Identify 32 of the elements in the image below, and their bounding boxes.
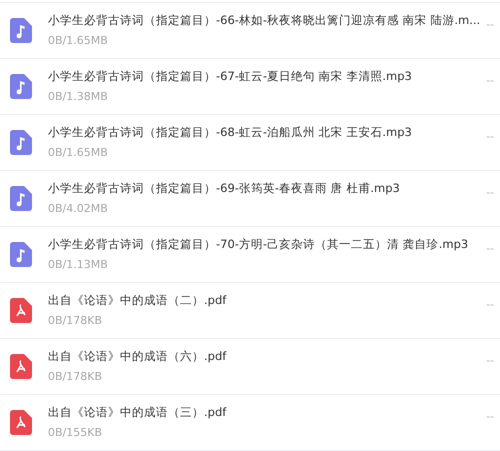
- music-file-icon: [10, 18, 32, 43]
- music-file-icon: [10, 74, 32, 99]
- status-text: --: [486, 409, 494, 425]
- file-size: 0B/178KB: [48, 368, 102, 385]
- file-name: 小学生必背古诗词（指定篇目）-68-虹云-泊船瓜州 北宋 王安石.mp3: [48, 124, 412, 141]
- file-name: 小学生必背古诗词（指定篇目）-66-林如-秋夜将晓出篱门迎凉有感 南宋 陆游.m...: [48, 12, 480, 29]
- status-text: --: [486, 17, 494, 33]
- file-size: 0B/4.02MB: [48, 200, 108, 217]
- music-file-icon: [10, 130, 32, 155]
- file-name: 小学生必背古诗词（指定篇目）-67-虹云-夏日绝句 南宋 李清照.mp3: [48, 68, 412, 85]
- status-text: --: [486, 241, 494, 257]
- status-text: --: [486, 353, 494, 369]
- pdf-file-icon: [10, 410, 32, 435]
- music-file-icon: [10, 186, 32, 211]
- status-text: --: [486, 73, 494, 89]
- status-text: --: [486, 185, 494, 201]
- file-size: 0B/1.38MB: [48, 88, 108, 105]
- pdf-file-icon: [10, 298, 32, 323]
- file-size: 0B/1.13MB: [48, 256, 108, 273]
- file-name: 小学生必背古诗词（指定篇目）-69-张筠英-春夜喜雨 唐 杜甫.mp3: [48, 180, 400, 197]
- status-text: --: [486, 129, 494, 145]
- file-name: 出自《论语》中的成语（三）.pdf: [48, 404, 226, 421]
- file-size: 0B/1.65MB: [48, 32, 108, 49]
- file-size: 0B/178KB: [48, 312, 102, 329]
- status-text: --: [486, 297, 494, 313]
- file-name: 小学生必背古诗词（指定篇目）-70-方明-己亥杂诗（其一二五）清 龚自珍.mp3: [48, 236, 468, 253]
- file-name: 出自《论语》中的成语（六）.pdf: [48, 348, 226, 365]
- pdf-file-icon: [10, 354, 32, 379]
- file-size: 0B/1.65MB: [48, 144, 108, 161]
- music-file-icon: [10, 242, 32, 267]
- file-size: 0B/155KB: [48, 424, 102, 441]
- file-name: 出自《论语》中的成语（二）.pdf: [48, 292, 226, 309]
